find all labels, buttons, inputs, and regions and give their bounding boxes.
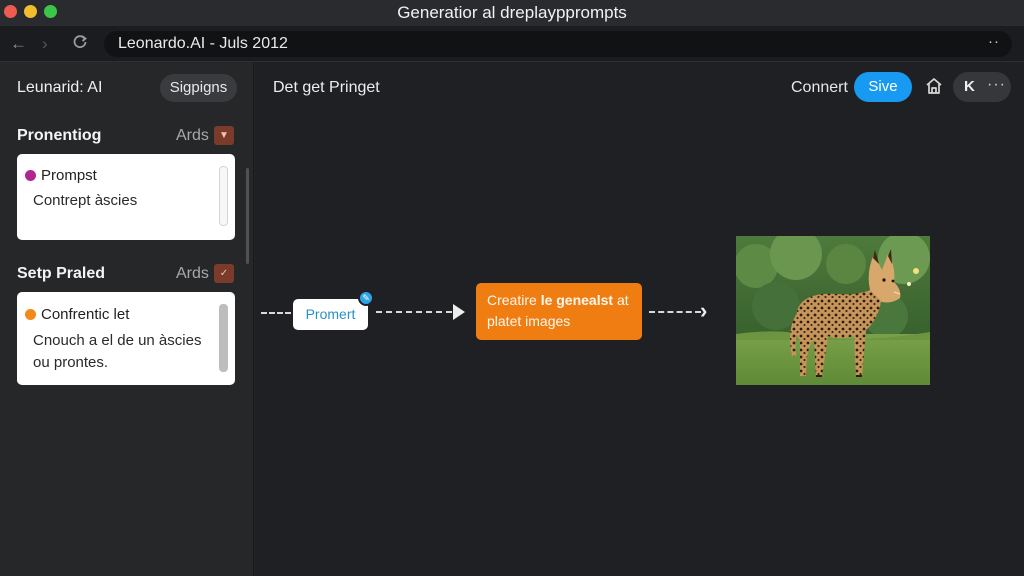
- home-icon[interactable]: [924, 76, 944, 96]
- save-button[interactable]: Sive: [854, 72, 912, 102]
- card-scrollbar[interactable]: [219, 166, 228, 226]
- address-toolbar: ← › Leonardo.AI - Juls 2012 ··: [0, 26, 1024, 62]
- window-title: Generatior al dreplaypprompts: [397, 3, 627, 22]
- app-window: Generatior al dreplaypprompts ← › Leonar…: [0, 0, 1024, 576]
- dot-icon: [25, 309, 36, 320]
- generate-node[interactable]: Creatire le genealst at platet images: [476, 283, 642, 340]
- card-body-text: Contrept àscies: [33, 192, 138, 209]
- connector-line: [649, 311, 701, 313]
- arrow-right-icon[interactable]: ›: [42, 34, 48, 54]
- check-icon[interactable]: ✓: [214, 264, 234, 283]
- chevron-right-icon: ›: [700, 298, 708, 323]
- arrow-left-icon[interactable]: ←: [10, 34, 27, 54]
- arrow-right-icon: [453, 304, 465, 320]
- title-bar: Generatior al dreplaypprompts: [0, 0, 1024, 26]
- page-title: Det get Pringet: [273, 79, 380, 96]
- prompt-node[interactable]: Promert: [293, 299, 368, 330]
- reload-icon[interactable]: [72, 34, 88, 55]
- address-text: Leonardo.AI - Juls 2012: [118, 35, 288, 52]
- connect-link[interactable]: Connert: [791, 79, 848, 97]
- edit-icon[interactable]: ✎: [358, 290, 374, 306]
- more-icon[interactable]: ···: [987, 76, 1006, 94]
- brand-name: Leunarid: AI: [17, 79, 103, 96]
- prompt-card[interactable]: Prompst Contrept àscies: [17, 154, 235, 240]
- address-bar[interactable]: Leonardo.AI - Juls 2012 ··: [104, 31, 1012, 57]
- card-heading: Prompst: [25, 167, 97, 184]
- account-menu[interactable]: K ···: [953, 72, 1011, 102]
- card-scrollbar[interactable]: [219, 304, 228, 372]
- node-text-bold: le genealst: [540, 292, 614, 308]
- section-title: Pronentiog: [17, 127, 102, 144]
- sidebar-scrollbar[interactable]: [246, 168, 249, 264]
- wild-cat-photo[interactable]: [736, 236, 930, 385]
- dot-icon: [25, 170, 36, 181]
- config-card[interactable]: Confrentic let Cnouch a el de un àscies …: [17, 292, 235, 385]
- chevron-down-icon[interactable]: ▼: [214, 126, 234, 145]
- section-ards-label[interactable]: Ards: [176, 127, 209, 145]
- more-icon[interactable]: ··: [988, 33, 1000, 50]
- connector-line: [261, 312, 291, 314]
- section-ards-label[interactable]: Ards: [176, 265, 209, 283]
- node-text: Creatire: [487, 292, 537, 308]
- sign-in-button[interactable]: Sigpigns: [160, 74, 237, 102]
- sidebar: Leunarid: AI Sigpigns Pronentiog Ards ▼ …: [0, 62, 254, 576]
- section-title: Setp Praled: [17, 265, 106, 282]
- card-head-text: Prompst: [41, 167, 97, 184]
- main-canvas: Det get Pringet Connert Sive K ··· Prome…: [255, 62, 1024, 576]
- card-heading: Confrentic let: [25, 306, 129, 323]
- connector-line: [376, 311, 462, 313]
- avatar[interactable]: K: [964, 78, 975, 95]
- card-body-text: Cnouch a el de un àscies ou prontes.: [33, 332, 202, 371]
- card-head-text: Confrentic let: [41, 306, 130, 323]
